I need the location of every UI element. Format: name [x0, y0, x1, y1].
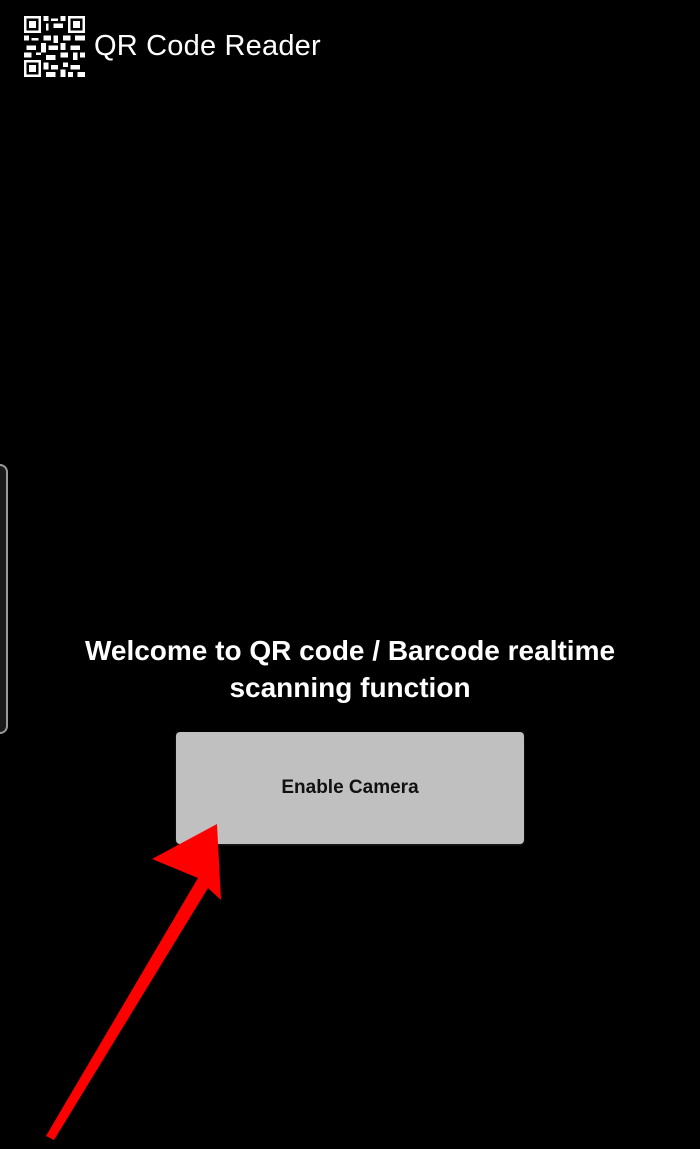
app-title: QR Code Reader [94, 30, 321, 62]
qr-code-icon [24, 16, 85, 77]
edge-panel-handle[interactable] [0, 464, 8, 734]
red-arrow-shape [46, 824, 221, 1140]
enable-camera-button[interactable]: Enable Camera [176, 732, 524, 844]
welcome-message: Welcome to QR code / Barcode realtime sc… [84, 635, 616, 703]
red-arrow-icon [46, 824, 221, 1140]
app-bar: QR Code Reader [0, 0, 700, 96]
enable-camera-label: Enable Camera [281, 777, 419, 798]
